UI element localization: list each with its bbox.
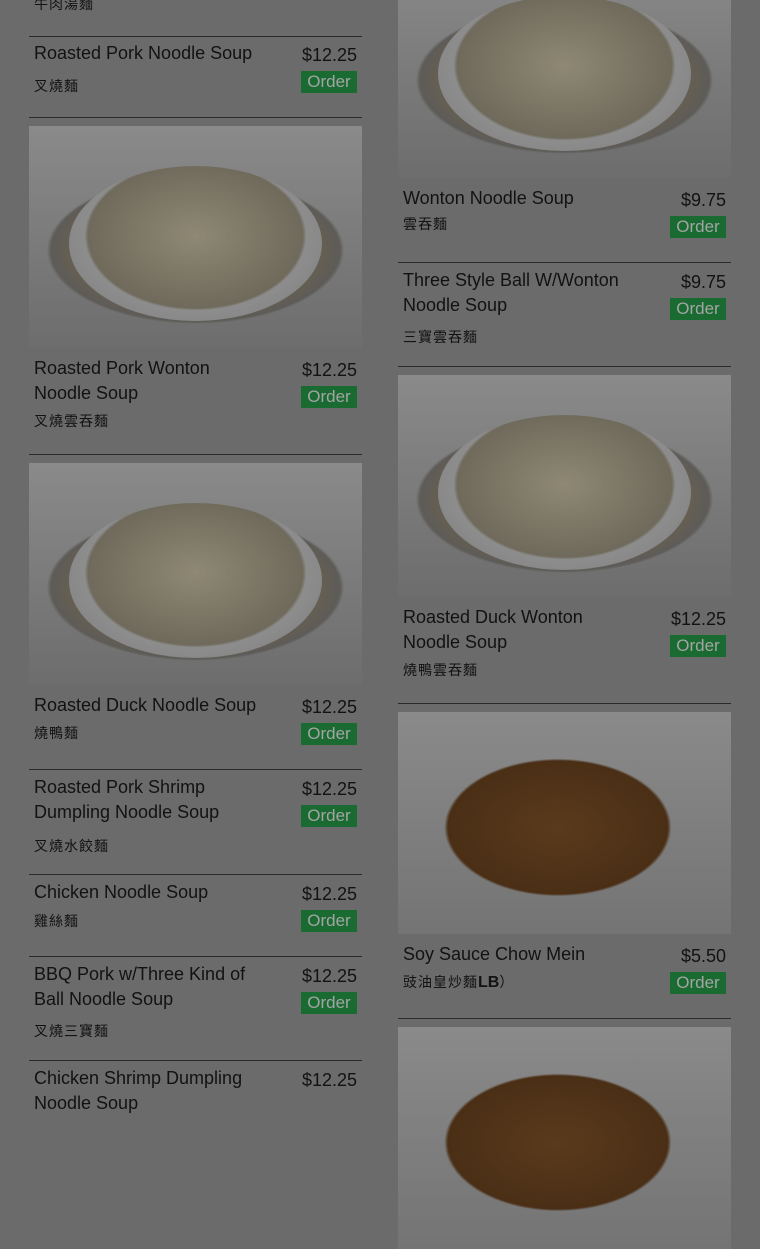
dish-name: Three Style Ball W/Wonton Noodle Soup: [403, 270, 619, 315]
order-button[interactable]: Order: [301, 386, 357, 408]
dish-chinese-name: 燒鴨麵: [34, 725, 79, 741]
order-button[interactable]: Order: [670, 298, 726, 320]
dish-chinese-name: 牛肉湯麵: [34, 0, 94, 12]
dish-price: $5.50: [680, 946, 726, 966]
dish-price: $9.75: [680, 190, 726, 210]
order-button[interactable]: Order: [301, 805, 357, 827]
menu-item: Wonton Noodle Soup 雲吞麵 $9.75 Order: [398, 0, 731, 263]
dish-chinese-name: 燒鴨雲吞麵: [403, 662, 478, 678]
menu-item: Roasted Pork Shrimp Dumpling Noodle Soup…: [29, 770, 362, 875]
order-button[interactable]: Order: [670, 972, 726, 994]
menu-item: BBQ Pork w/Three Kind of Ball Noodle Sou…: [29, 957, 362, 1061]
dish-chinese-name: 三寶雲吞麵: [403, 329, 478, 345]
dish-name: Chicken Noodle Soup: [34, 882, 209, 902]
order-button[interactable]: Order: [301, 71, 357, 93]
menu-item: Roasted Duck Noodle Soup 燒鴨麵 $12.25 Orde…: [29, 463, 362, 770]
dish-name: Chicken Shrimp Dumpling Noodle Soup: [34, 1068, 243, 1113]
dish-price: $12.25: [301, 1070, 357, 1090]
menu-item: Roasted Pork Wonton Noodle Soup 叉燒雲吞麵 $1…: [29, 126, 362, 455]
dish-chinese-name: 叉燒三寶麵: [34, 1023, 109, 1039]
dish-photo: [398, 1027, 731, 1249]
dish-chinese-name: 叉燒麵: [34, 78, 79, 94]
dish-chinese-name: 叉燒雲吞麵: [34, 413, 109, 429]
dish-name: Roasted Duck Noodle Soup: [34, 695, 257, 715]
dish-price: $12.25: [301, 45, 357, 65]
menu-item: Soy Sauce Chow Mein 豉油皇炒麵LB） $5.50 Order: [398, 712, 731, 1019]
dish-name: Roasted Pork Noodle Soup: [34, 43, 253, 63]
dish-photo: [398, 375, 731, 597]
menu-item: [398, 1027, 731, 1249]
order-button[interactable]: Order: [301, 723, 357, 745]
dish-price: $12.25: [670, 609, 726, 629]
dish-price: $12.25: [301, 779, 357, 799]
dish-name: Roasted Duck Wonton Noodle Soup: [403, 607, 583, 652]
dish-name: Roasted Pork Wonton Noodle Soup: [34, 358, 210, 403]
dish-photo: [398, 712, 731, 934]
dish-name: BBQ Pork w/Three Kind of Ball Noodle Sou…: [34, 964, 246, 1009]
order-button[interactable]: Order: [670, 216, 726, 238]
menu-item: 牛肉湯麵: [29, 0, 362, 37]
dish-chinese-name: 叉燒水餃麵: [34, 838, 109, 854]
order-button[interactable]: Order: [670, 635, 726, 657]
dish-price: $12.25: [301, 884, 357, 904]
dish-price: $9.75: [680, 272, 726, 292]
dish-photo: [398, 0, 731, 178]
dish-name: Wonton Noodle Soup: [403, 188, 574, 208]
dish-price: $12.25: [301, 697, 357, 717]
order-button[interactable]: Order: [301, 910, 357, 932]
dish-photo: [29, 126, 362, 348]
dish-photo: [29, 463, 362, 685]
dish-price: $12.25: [301, 360, 357, 380]
dish-chinese-name: 雞絲麵: [34, 913, 79, 929]
dish-chinese-name: 豉油皇炒麵LB）: [403, 974, 515, 991]
menu-item: Chicken Noodle Soup 雞絲麵 $12.25 Order: [29, 875, 362, 957]
dish-name: Roasted Pork Shrimp Dumpling Noodle Soup: [34, 777, 220, 822]
menu-item: Roasted Duck Wonton Noodle Soup 燒鴨雲吞麵 $1…: [398, 375, 731, 704]
menu-item: Three Style Ball W/Wonton Noodle Soup 三寶…: [398, 263, 731, 367]
dish-price: $12.25: [301, 966, 357, 986]
menu-item: Chicken Shrimp Dumpling Noodle Soup $12.…: [29, 1061, 362, 1113]
dish-chinese-name: 雲吞麵: [403, 216, 448, 232]
order-button[interactable]: Order: [301, 992, 357, 1014]
dish-name: Soy Sauce Chow Mein: [403, 944, 586, 964]
menu-item: Roasted Pork Noodle Soup 叉燒麵 $12.25 Orde…: [29, 36, 362, 118]
